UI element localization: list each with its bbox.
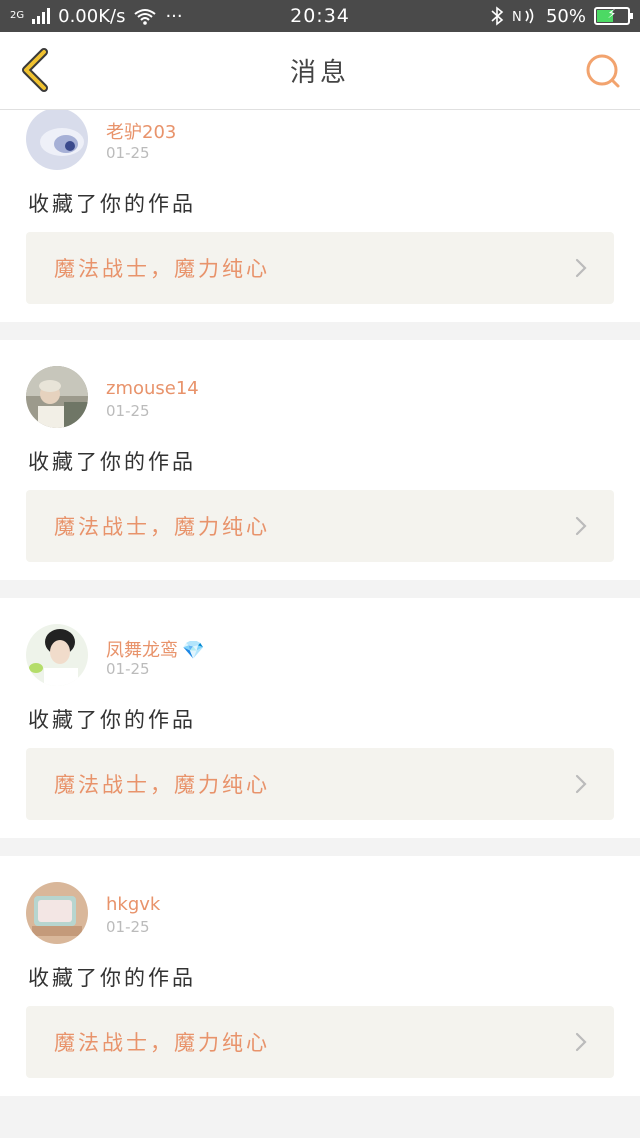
username[interactable]: 凤舞龙鸾 💎 (106, 636, 204, 662)
vip-badge-icon: 💎 (182, 640, 205, 661)
svg-text:N: N (512, 10, 522, 25)
chevron-left-icon (22, 48, 48, 92)
chevron-right-icon (575, 258, 587, 278)
nfc-icon: N (512, 8, 534, 25)
status-bar: 2G 0.00K/s ··· 20:34 N 50% ⚡ (0, 0, 640, 32)
username[interactable]: zmouse14 (106, 378, 199, 399)
avatar[interactable] (26, 108, 88, 170)
search-icon (586, 54, 620, 88)
wifi-icon (134, 9, 157, 25)
signal-icon (32, 8, 51, 24)
chevron-right-icon (575, 1032, 587, 1052)
message-date: 01-25 (106, 660, 150, 678)
clock: 20:34 (290, 5, 350, 27)
message-card: zmouse14 01-25 收藏了你的作品 魔法战士，魔力纯心 (0, 340, 640, 580)
message-date: 01-25 (106, 144, 150, 162)
message-card: 老驴203 01-25 收藏了你的作品 魔法战士，魔力纯心 (0, 108, 640, 322)
network-type: 2G (10, 10, 25, 21)
search-button[interactable] (584, 52, 624, 92)
message-action: 收藏了你的作品 (28, 708, 196, 732)
chevron-right-icon (575, 516, 587, 536)
username[interactable]: 老驴203 (106, 118, 176, 144)
top-navigation-bar: 消息 (0, 32, 640, 110)
message-action: 收藏了你的作品 (28, 450, 196, 474)
bluetooth-icon (491, 6, 504, 26)
message-card: 凤舞龙鸾 💎 01-25 收藏了你的作品 魔法战士，魔力纯心 (0, 598, 640, 838)
message-action: 收藏了你的作品 (28, 192, 196, 216)
work-link[interactable]: 魔法战士，魔力纯心 (26, 232, 614, 304)
more-notifications-icon: ··· (165, 5, 183, 27)
username[interactable]: hkgvk (106, 894, 160, 915)
avatar[interactable] (26, 624, 88, 686)
work-title: 魔法战士，魔力纯心 (54, 257, 270, 281)
work-link[interactable]: 魔法战士，魔力纯心 (26, 490, 614, 562)
chevron-right-icon (575, 774, 587, 794)
back-button[interactable] (14, 48, 54, 92)
work-link[interactable]: 魔法战士，魔力纯心 (26, 1006, 614, 1078)
avatar[interactable] (26, 366, 88, 428)
message-card: hkgvk 01-25 收藏了你的作品 魔法战士，魔力纯心 (0, 856, 640, 1096)
message-action: 收藏了你的作品 (28, 966, 196, 990)
message-date: 01-25 (106, 918, 150, 936)
battery-percent: 50% (545, 5, 586, 27)
avatar[interactable] (26, 882, 88, 944)
work-title: 魔法战士，魔力纯心 (54, 773, 270, 797)
message-date: 01-25 (106, 402, 150, 420)
page-title: 消息 (289, 58, 350, 88)
battery-icon: ⚡ (594, 7, 633, 25)
network-speed: 0.00K/s (58, 5, 126, 27)
work-link[interactable]: 魔法战士，魔力纯心 (26, 748, 614, 820)
work-title: 魔法战士，魔力纯心 (54, 515, 270, 539)
work-title: 魔法战士，魔力纯心 (54, 1031, 270, 1055)
